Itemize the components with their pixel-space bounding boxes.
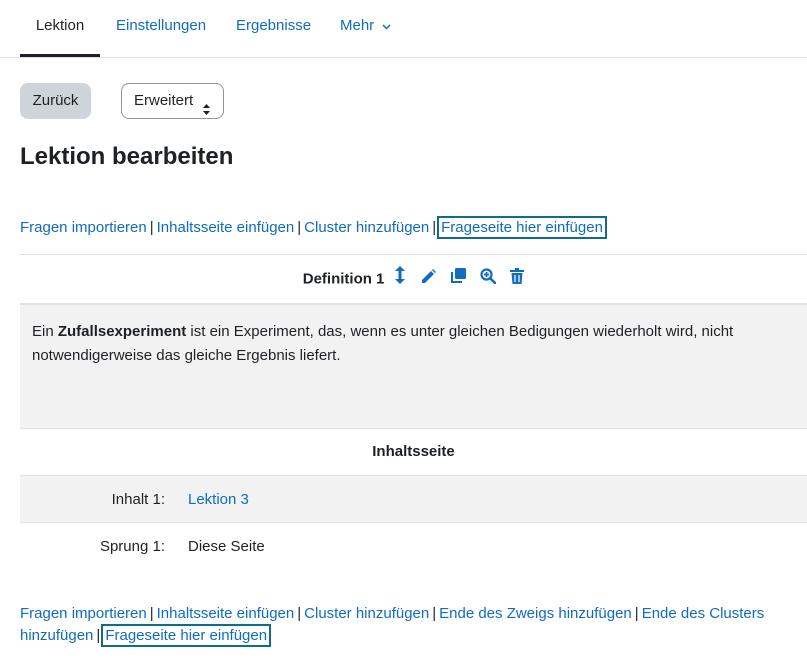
sort-arrows-icon <box>202 95 211 129</box>
separator: | <box>432 219 437 236</box>
mode-select-value: Erweitert <box>134 92 194 109</box>
add-content-page-link[interactable]: Inhaltsseite einfügen <box>157 605 295 622</box>
text-fragment: Ein <box>32 323 58 340</box>
lesson-page-text: Ein Zufallsexperiment ist ein Experiment… <box>32 320 792 368</box>
action-links-bottom: Fragen importieren | Inhaltsseite einfügen… <box>20 603 800 647</box>
tab-mehr[interactable]: Mehr <box>340 0 391 56</box>
add-end-of-branch-link[interactable]: Ende des Zweigs hinzufügen <box>439 605 632 622</box>
edit-pencil-icon[interactable] <box>421 256 436 303</box>
add-content-page-link[interactable]: Inhaltsseite einfügen <box>157 219 295 236</box>
answer-row: Sprung 1: Diese Seite <box>20 522 807 569</box>
duplicate-icon[interactable] <box>450 256 466 303</box>
lesson-page-header: Definition 1 <box>20 255 807 302</box>
action-links-top: Fragen importieren | Inhaltsseite einfügen… <box>20 216 607 239</box>
separator: | <box>96 627 101 644</box>
tab-einstellungen-label: Einstellungen <box>116 17 207 34</box>
tab-lektion-label: Lektion <box>35 17 85 34</box>
separator: | <box>634 605 639 622</box>
separator: | <box>297 219 302 236</box>
lesson-page-title: Definition 1 <box>302 270 385 288</box>
answer-label: Inhalt 1: <box>111 491 165 508</box>
chevron-down-icon <box>382 0 391 52</box>
tab-mehr-label: Mehr <box>340 17 375 34</box>
add-question-page-link[interactable]: Frageseite hier einfügen <box>101 624 272 647</box>
tab-einstellungen[interactable]: Einstellungen <box>116 0 206 56</box>
answer-value: Diese Seite <box>188 538 265 555</box>
mode-select[interactable]: Erweitert <box>121 83 224 119</box>
preview-zoom-icon[interactable] <box>480 256 497 303</box>
separator: | <box>297 605 302 622</box>
answer-label: Sprung 1: <box>99 538 165 555</box>
page-title: Lektion bearbeiten <box>20 143 234 170</box>
import-questions-link[interactable]: Fragen importieren <box>20 219 147 236</box>
back-button[interactable]: Zurück <box>20 83 91 119</box>
delete-trash-icon[interactable] <box>510 256 525 303</box>
tab-lektion[interactable]: Lektion <box>20 0 100 57</box>
tab-ergebnisse-label: Ergebnisse <box>236 17 312 34</box>
page-type-label: Inhaltsseite <box>20 428 807 475</box>
answer-row: Inhalt 1: Lektion 3 <box>20 475 807 522</box>
import-questions-link[interactable]: Fragen importieren <box>20 605 147 622</box>
tab-ergebnisse[interactable]: Ergebnisse <box>236 0 311 56</box>
answer-value-link[interactable]: Lektion 3 <box>188 476 249 523</box>
separator: | <box>149 219 154 236</box>
add-cluster-link[interactable]: Cluster hinzufügen <box>304 219 429 236</box>
text-bold-term: Zufallsexperiment <box>57 323 187 340</box>
lesson-page-contents: Ein Zufallsexperiment ist ein Experiment… <box>20 303 807 428</box>
separator: | <box>149 605 154 622</box>
move-icon[interactable] <box>394 256 405 303</box>
secondary-navigation: Lektion Einstellungen Ergebnisse Mehr <box>0 0 807 58</box>
separator: | <box>432 605 437 622</box>
add-question-page-link[interactable]: Frageseite hier einfügen <box>437 216 607 239</box>
add-cluster-link[interactable]: Cluster hinzufügen <box>304 605 429 622</box>
